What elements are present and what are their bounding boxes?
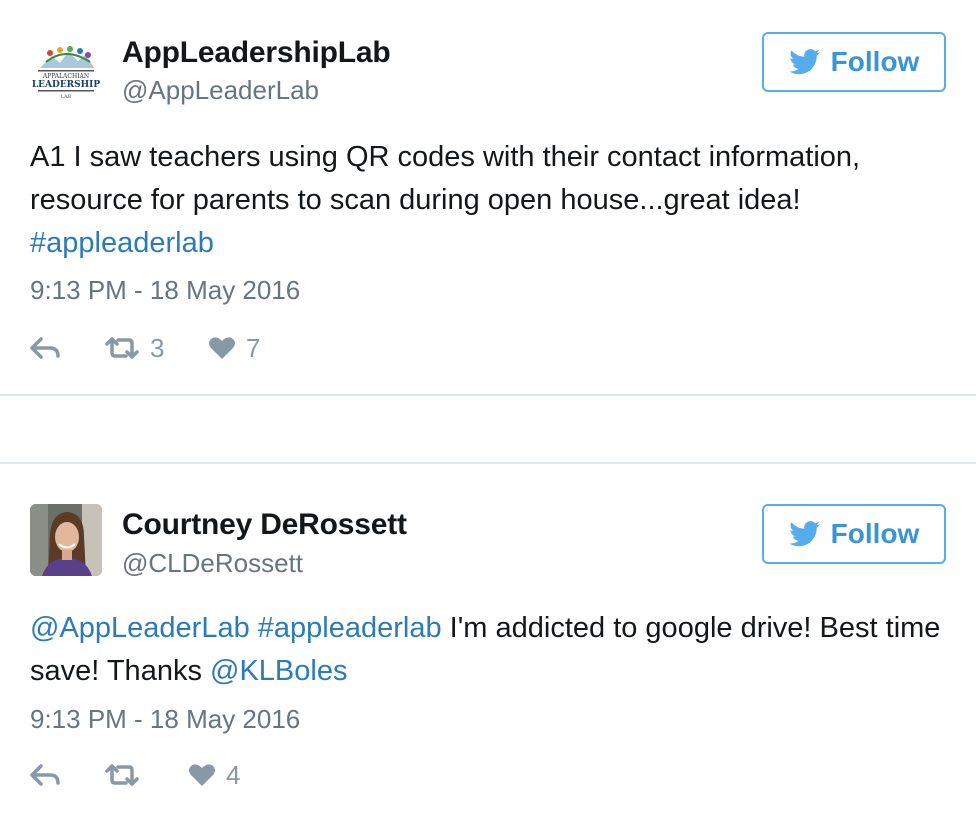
heart-icon xyxy=(209,337,235,359)
reply-icon xyxy=(30,337,60,359)
author-handle[interactable]: @AppLeaderLab xyxy=(122,75,319,106)
applab-logo-icon: APPALACHIAN LEADERSHIP LAB xyxy=(30,32,102,104)
heart-icon xyxy=(189,764,215,786)
mention-link[interactable]: @KLBoles xyxy=(210,655,347,687)
author-name[interactable]: Courtney DeRossett xyxy=(122,508,407,542)
tweet-text-segment xyxy=(250,612,258,644)
tweet-card: APPALACHIAN LEADERSHIP LAB AppLeadership… xyxy=(0,0,976,395)
avatar[interactable]: APPALACHIAN LEADERSHIP LAB xyxy=(30,32,102,104)
user-photo-icon xyxy=(30,504,102,576)
tweet-actions: 3 7 xyxy=(30,328,288,368)
hashtag-link[interactable]: #appleaderlab xyxy=(30,227,214,259)
tweet-timestamp[interactable]: 9:13 PM - 18 May 2016 xyxy=(30,704,300,735)
tweet-text-segment: A1 I saw teachers using QR codes with th… xyxy=(30,141,861,216)
twitter-bird-icon xyxy=(788,49,820,75)
avatar[interactable] xyxy=(30,504,102,576)
mention-link[interactable]: @AppLeaderLab xyxy=(30,612,250,644)
tweet-card: Courtney DeRossett @CLDeRossett Follow @… xyxy=(0,464,976,814)
author-handle[interactable]: @CLDeRossett xyxy=(122,548,303,579)
divider xyxy=(0,394,976,396)
follow-label: Follow xyxy=(830,46,920,77)
like-count: 7 xyxy=(246,332,261,363)
retweet-icon xyxy=(105,337,139,359)
tweet-text: A1 I saw teachers using QR codes with th… xyxy=(30,136,960,265)
retweet-icon xyxy=(105,764,139,786)
svg-text:LAB: LAB xyxy=(61,94,72,100)
tweet-timestamp[interactable]: 9:13 PM - 18 May 2016 xyxy=(30,275,300,306)
svg-text:APPALACHIAN: APPALACHIAN xyxy=(42,73,89,80)
retweet-button[interactable]: 3 xyxy=(104,333,208,364)
reply-button[interactable] xyxy=(30,764,104,786)
tweet-actions: 4 xyxy=(30,755,268,795)
follow-label: Follow xyxy=(830,518,920,549)
hashtag-link[interactable]: #appleaderlab xyxy=(258,612,442,644)
retweet-count: 3 xyxy=(150,332,165,363)
like-count: 4 xyxy=(226,759,241,790)
tweet-text: @AppLeaderLab #appleaderlab I'm addicted… xyxy=(30,607,960,693)
like-button[interactable]: 4 xyxy=(188,760,268,791)
twitter-bird-icon xyxy=(788,521,820,547)
author-name[interactable]: AppLeadershipLab xyxy=(122,36,391,70)
follow-button[interactable]: Follow xyxy=(762,504,946,564)
reply-button[interactable] xyxy=(30,337,104,359)
like-button[interactable]: 7 xyxy=(208,333,288,364)
follow-button[interactable]: Follow xyxy=(762,32,946,92)
svg-text:LEADERSHIP: LEADERSHIP xyxy=(32,80,101,90)
reply-icon xyxy=(30,764,60,786)
retweet-button[interactable] xyxy=(104,763,188,787)
